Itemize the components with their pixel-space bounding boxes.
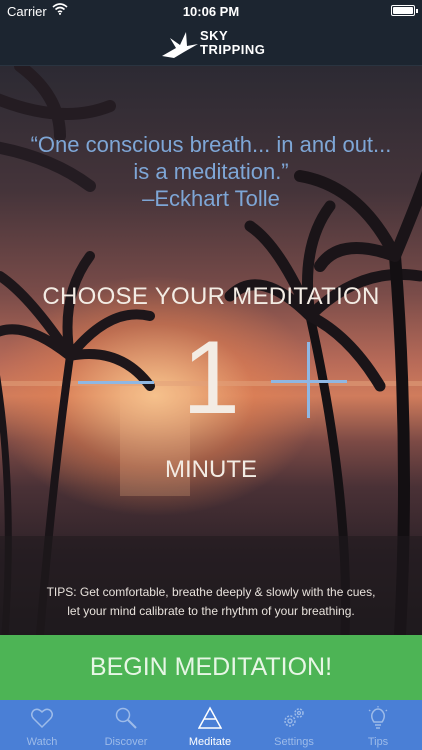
tab-label: Tips bbox=[367, 736, 389, 748]
tab-label: Meditate bbox=[188, 736, 232, 748]
quote: “One conscious breath... in and out... i… bbox=[0, 131, 422, 212]
duration-value: 1 bbox=[182, 320, 240, 436]
logo-wordmark: SKY TRIPPING bbox=[200, 28, 266, 57]
tips-line-2: let your mind calibrate to the rhythm of… bbox=[67, 604, 355, 618]
battery-icon bbox=[391, 5, 418, 16]
tab-discover[interactable]: Discover bbox=[84, 700, 168, 750]
app-logo: SKY TRIPPING bbox=[160, 26, 270, 62]
tab-label: Settings bbox=[274, 736, 314, 748]
begin-meditation-button[interactable]: BEGIN MEDITATION! bbox=[0, 635, 422, 700]
clock: 10:06 PM bbox=[182, 4, 240, 19]
quote-line-2: is a meditation.” bbox=[133, 159, 289, 184]
lightbulb-icon bbox=[368, 706, 388, 729]
quote-author: –Eckhart Tolle bbox=[142, 186, 280, 211]
tab-bar: Watch Discover Meditate Settings Tips bbox=[0, 700, 422, 750]
decrement-button[interactable] bbox=[73, 370, 159, 394]
bird-icon bbox=[162, 32, 198, 58]
sunset-background: “One conscious breath... in and out... i… bbox=[0, 66, 422, 635]
quote-line-1: “One conscious breath... in and out... bbox=[30, 132, 392, 157]
tips-text: TIPS: Get comfortable, breathe deeply & … bbox=[0, 583, 422, 621]
choose-meditation-title: CHOOSE YOUR MEDITATION bbox=[42, 283, 380, 310]
triangle-icon bbox=[198, 706, 222, 729]
nav-header: SKY TRIPPING bbox=[0, 22, 422, 66]
gears-icon bbox=[284, 708, 304, 727]
tab-tips[interactable]: Tips bbox=[336, 700, 420, 750]
magnifier-icon bbox=[115, 707, 137, 729]
increment-button[interactable] bbox=[266, 334, 352, 420]
status-bar: Carrier 10:06 PM bbox=[0, 0, 422, 22]
tab-meditate[interactable]: Meditate bbox=[168, 700, 252, 750]
tips-line-1: TIPS: Get comfortable, breathe deeply & … bbox=[46, 585, 376, 599]
tab-label: Discover bbox=[104, 736, 148, 748]
duration-stepper: 1 bbox=[0, 320, 422, 440]
tab-label: Watch bbox=[26, 736, 58, 748]
tab-watch[interactable]: Watch bbox=[0, 700, 84, 750]
duration-unit: MINUTE bbox=[165, 456, 257, 483]
tab-settings[interactable]: Settings bbox=[252, 700, 336, 750]
heart-icon bbox=[31, 708, 53, 729]
minus-icon bbox=[78, 381, 154, 384]
